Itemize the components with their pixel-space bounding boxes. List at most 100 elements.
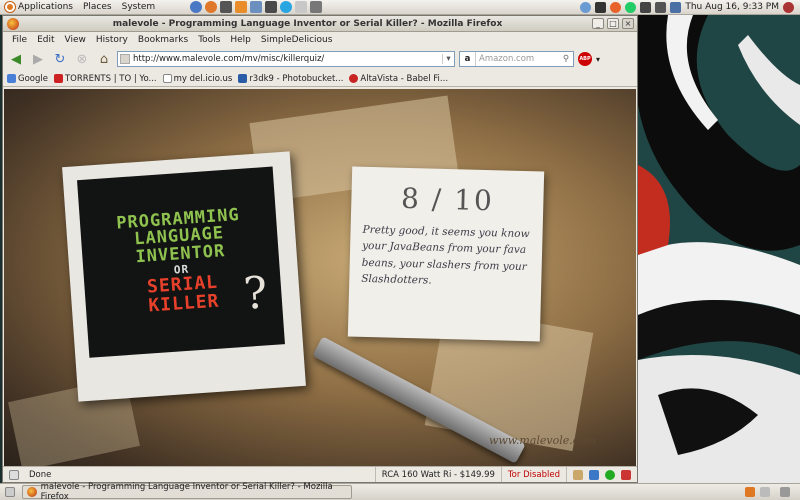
site-favicon-icon [120, 54, 130, 64]
home-icon[interactable]: ⌂ [95, 50, 113, 68]
menu-edit[interactable]: Edit [32, 35, 59, 45]
clock[interactable]: Thu Aug 16, 9:33 PM [685, 2, 779, 12]
menu-bookmarks[interactable]: Bookmarks [133, 35, 193, 45]
url-dropdown-icon[interactable]: ▾ [442, 54, 454, 64]
workspace-2-icon[interactable] [760, 487, 770, 497]
torrents-favicon-icon [53, 74, 63, 83]
window-title: malevole - Programming Language Inventor… [112, 18, 503, 29]
applications-menu-label: Applications [18, 2, 73, 12]
menu-view[interactable]: View [60, 35, 91, 45]
system-menu[interactable]: System [117, 2, 161, 12]
bookmark-torrents[interactable]: TORRENTS | TO | Yo... [53, 74, 157, 84]
network-status-icon[interactable] [670, 1, 682, 13]
volume-icon[interactable] [655, 1, 667, 13]
firefox-window-icon[interactable] [7, 17, 19, 30]
editor-launcher-icon[interactable] [250, 1, 263, 13]
tor-status[interactable]: Tor Disabled [500, 467, 566, 482]
addon-icon[interactable] [573, 469, 583, 480]
search-go-icon[interactable]: ⚲ [559, 54, 573, 64]
window-titlebar[interactable]: malevole - Programming Language Inventor… [3, 16, 637, 32]
statusbar-addons [566, 467, 637, 482]
bottom-taskbar: malevole - Programming Language Inventor… [0, 482, 800, 500]
browser-tray-icon[interactable] [610, 1, 622, 13]
search-box[interactable]: a Amazon.com ⚲ [459, 51, 574, 67]
menu-history[interactable]: History [91, 35, 133, 45]
bookmark-altavista-label: AltaVista - Babel Fi... [360, 73, 449, 84]
taskbar-item-firefox[interactable]: malevole - Programming Language Inventor… [22, 482, 352, 500]
update-icon[interactable] [580, 1, 592, 13]
maximize-button[interactable]: □ [607, 18, 619, 29]
menu-tools[interactable]: Tools [193, 35, 225, 45]
bookmark-delicious-label: my del.icio.us [173, 73, 233, 84]
menu-help[interactable]: Help [225, 35, 256, 45]
altavista-favicon-icon [349, 74, 359, 83]
back-arrow-icon[interactable]: ◀ [7, 50, 25, 68]
show-desktop-icon[interactable] [5, 487, 15, 497]
system-tray: Thu Aug 16, 9:33 PM [580, 1, 800, 13]
site-watermark: www.malevole.com [488, 434, 596, 447]
workspace-1-icon[interactable] [745, 487, 755, 497]
status-bar: Done RCA 160 Watt Ri - $149.99 Tor Disab… [3, 466, 637, 482]
quiz-question-mark: ? [242, 267, 270, 320]
terminal-launcher-icon[interactable] [220, 1, 233, 13]
menu-file[interactable]: File [7, 35, 32, 45]
bookmarks-toolbar: Google TORRENTS | TO | Yo... my del.icio… [3, 71, 637, 87]
bookmark-delicious[interactable]: my del.icio.us [162, 73, 233, 84]
reload-icon[interactable]: ↻ [51, 50, 69, 68]
firefox-icon [27, 487, 37, 497]
check-icon[interactable] [605, 469, 615, 480]
security-icon[interactable] [9, 469, 19, 480]
score-note: 8 / 10 Pretty good, it seems you know yo… [347, 166, 545, 342]
top-panel: Applications Places System Thu Aug 16, 9… [0, 0, 800, 15]
files-launcher-icon[interactable] [310, 1, 323, 13]
bookmark-google-label: Google [18, 73, 48, 84]
system-menu-label: System [121, 2, 156, 12]
network-launcher-icon[interactable] [190, 1, 203, 13]
vlc-launcher-icon[interactable] [235, 1, 248, 13]
trash-icon[interactable] [780, 487, 790, 497]
block-icon[interactable] [621, 469, 631, 480]
close-button[interactable]: × [622, 18, 634, 29]
wallpaper-artwork [638, 15, 800, 483]
chat-tray-icon[interactable] [625, 1, 637, 13]
notes-launcher-icon[interactable] [295, 1, 308, 13]
applications-menu[interactable]: Applications [0, 2, 78, 12]
bookmark-photobucket[interactable]: r3dk9 - Photobucket... [238, 74, 343, 84]
amazon-engine-icon[interactable]: a [460, 52, 476, 66]
adblock-dropdown-icon[interactable]: ▾ [596, 55, 600, 64]
search-input[interactable]: Amazon.com [476, 54, 559, 64]
places-menu[interactable]: Places [78, 2, 117, 12]
bookmark-google[interactable]: Google [7, 74, 48, 84]
ubuntu-logo-icon [5, 2, 15, 12]
status-text: Done [29, 469, 52, 480]
quiz-score: 8 / 10 [400, 181, 495, 218]
power-icon[interactable] [783, 1, 794, 13]
photobucket-favicon-icon [238, 74, 248, 83]
quiz-title-photo: PROGRAMMING LANGUAGE INVENTOR OR SERIAL … [77, 166, 285, 358]
ad-text[interactable]: RCA 160 Watt Ri - $149.99 [374, 467, 501, 482]
quiz-polaroid: PROGRAMMING LANGUAGE INVENTOR OR SERIAL … [62, 151, 306, 402]
menubar: File Edit View History Bookmarks Tools H… [3, 32, 637, 47]
adblock-plus-icon[interactable]: ABP [578, 52, 592, 66]
page-favicon-icon [162, 74, 172, 83]
skype-launcher-icon[interactable] [280, 1, 293, 13]
menu-simpledelicious[interactable]: SimpleDelicious [256, 35, 338, 45]
quiz-title-line5: KILLER [147, 290, 221, 317]
firefox-window: malevole - Programming Language Inventor… [2, 15, 638, 483]
forward-arrow-icon[interactable]: ▶ [29, 50, 47, 68]
monitor-launcher-icon[interactable] [265, 1, 278, 13]
stop-icon[interactable]: ⊗ [73, 50, 91, 68]
bookmark-photobucket-label: r3dk9 - Photobucket... [249, 73, 344, 84]
bookmark-altavista[interactable]: AltaVista - Babel Fi... [349, 74, 448, 84]
desktop-wallpaper [638, 15, 800, 483]
url-text[interactable]: http://www.malevole.com/mv/misc/killerqu… [133, 54, 442, 64]
url-bar[interactable]: http://www.malevole.com/mv/misc/killerqu… [117, 51, 455, 67]
panel-launchers [190, 1, 323, 13]
page-content: PROGRAMMING LANGUAGE INVENTOR OR SERIAL … [4, 89, 636, 467]
delicious-icon[interactable] [589, 469, 599, 480]
minimize-button[interactable]: _ [592, 18, 604, 29]
tray-app-icon[interactable] [595, 1, 607, 13]
wireless-icon[interactable] [640, 1, 652, 13]
firefox-launcher-icon[interactable] [205, 1, 218, 13]
places-menu-label: Places [82, 2, 112, 12]
